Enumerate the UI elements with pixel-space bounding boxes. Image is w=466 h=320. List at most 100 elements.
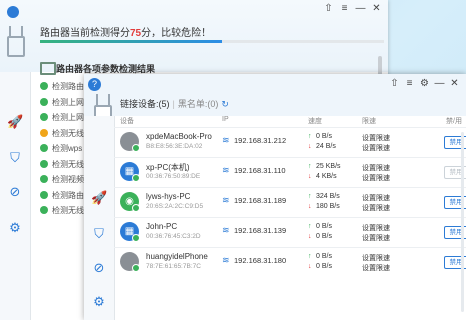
set-download-limit-link[interactable]: 设置限速 [362,263,390,273]
upload-speed: ↑ 0 B/s [308,133,332,140]
set-upload-limit-link[interactable]: 设置限速 [362,133,390,143]
gear-icon[interactable]: ⚙ [91,294,107,310]
device-mac: 78:7E:61:65:7B:7C [146,263,201,270]
device-ip: 192.168.31.212 [234,136,287,145]
set-download-limit-link[interactable]: 设置限速 [362,233,390,243]
block-icon[interactable]: ⊘ [7,184,23,200]
device-name: xpdeMacBook-Pro [146,132,212,141]
wifi-icon: ≋ [222,225,230,235]
download-arrow-icon: ↓ [308,173,312,180]
set-upload-limit-link[interactable]: 设置限速 [362,193,390,203]
upload-speed: ↑ 25 KB/s [308,163,341,170]
check-list-item: 检测路由 [40,190,84,201]
set-upload-limit-link[interactable]: 设置限速 [362,253,390,263]
apple-device-icon [120,252,140,272]
devices-window: ? ⇧ ≡ ⚙ — ✕ 链接设备:(5) | 黑名单:(0) ↻ 🚀 ⛉ ⊘ ⚙ 设备… [84,74,466,320]
minimize-button[interactable]: — [434,78,445,89]
device-ip: 192.168.31.189 [234,196,287,205]
front-sidebar: 🚀 ⛉ ⊘ ⚙ [84,116,115,320]
device-mac: B8:E8:56:3E:DA:02 [146,143,203,150]
device-row: ▦ John-PC 00:36:76:45:C3:2D ≋ 192.168.31.139… [114,217,466,245]
download-arrow-icon: ↓ [308,143,312,150]
app-logo-icon: ? [88,78,101,91]
check-item-label: 检测上网 [52,97,84,107]
check-list-item: 检测视频 [40,174,84,185]
set-upload-limit-link[interactable]: 设置限速 [362,163,390,173]
set-download-limit-link[interactable]: 设置限速 [362,203,390,213]
check-item-label: 检测无线 [52,206,84,215]
device-tabs: 链接设备:(5) | 黑名单:(0) ↻ [120,99,229,109]
check-icon [40,144,48,152]
router-small-icon [40,62,56,75]
device-mac: 20:6S:2A:2C:C9:D5 [146,203,204,210]
online-status-icon [132,174,140,182]
download-arrow-icon: ↓ [308,233,312,240]
gear-icon[interactable]: ⚙ [7,220,23,236]
shield-icon[interactable]: ⛉ [7,150,23,166]
check-list-item: 检测上网 [40,97,84,108]
upload-arrow-icon: ↑ [308,163,312,170]
tab-blacklist[interactable]: 黑名单:(0) [178,99,219,109]
score-text: 路由器当前检测得分75分，比较危险！ [40,28,212,39]
device-ip: 192.168.31.110 [234,166,286,175]
upload-speed: ↑ 324 B/s [308,193,340,200]
download-speed: ↓ 0 B/s [308,233,332,240]
download-arrow-icon: ↓ [308,263,312,270]
rocket-icon[interactable]: 🚀 [7,114,23,130]
windows-device-icon: ▦ [120,222,140,242]
skin-icon[interactable]: ⇧ [323,3,334,14]
refresh-icon[interactable]: ↻ [221,99,229,109]
wifi-icon: ≋ [222,195,230,205]
apple-device-icon [120,132,140,152]
menu-icon[interactable]: ≡ [404,78,415,89]
check-icon [40,175,48,183]
download-speed: ↓ 0 B/s [308,263,332,270]
check-icon [40,97,48,106]
set-upload-limit-link[interactable]: 设置限速 [362,223,390,233]
device-ip: 192.168.31.139 [234,226,287,235]
window-controls: ⇧ ≡ — ✕ [323,3,382,14]
score-value: 75 [130,28,142,39]
menu-icon[interactable]: ≡ [339,3,350,14]
app-logo-icon [7,6,19,18]
back-sidebar: 🚀 ⛉ ⊘ ⚙ [0,72,31,320]
col-ban: 禁/用 [446,118,462,125]
check-item-label: 检测上网 [52,113,84,122]
device-name: huangyidelPhone [146,252,208,261]
close-button[interactable]: ✕ [449,78,460,89]
download-speed: ↓ 180 B/s [308,203,340,210]
android-device-icon: ◉ [120,192,140,212]
close-button[interactable]: ✕ [371,3,382,14]
upload-speed: ↑ 0 B/s [308,253,332,260]
check-list-item: 检测无线 [40,159,84,170]
check-icon [40,82,48,90]
tab-connected-devices[interactable]: 链接设备:(5) [120,99,170,109]
set-download-limit-link[interactable]: 设置限速 [362,173,390,183]
score-progress-bar [40,40,384,43]
upload-arrow-icon: ↑ [308,193,312,200]
router-icon [7,26,25,57]
wifi-icon: ≋ [222,165,230,175]
check-icon [40,159,48,168]
device-mac: 00:36:76:50:89:DE [146,173,201,180]
settings-icon[interactable]: ⚙ [419,78,430,89]
online-status-icon [132,234,140,242]
check-item-label: 检测视频 [52,175,84,184]
scrollbar[interactable] [461,132,464,312]
skin-icon[interactable]: ⇧ [389,78,400,89]
device-row: huangyidelPhone 78:7E:61:65:7B:7C ≋ 192.168… [114,247,466,275]
device-name: lyws-hys-PC [146,192,191,201]
check-icon [40,113,48,121]
minimize-button[interactable]: — [355,3,366,14]
rocket-icon[interactable]: 🚀 [91,190,107,206]
device-mac: 00:36:76:45:C3:2D [146,233,201,240]
set-download-limit-link[interactable]: 设置限速 [362,143,390,153]
block-icon[interactable]: ⊘ [91,260,107,276]
online-status-icon [132,204,140,212]
check-icon [40,190,48,199]
download-speed: ↓ 24 B/s [308,143,336,150]
shield-icon[interactable]: ⛉ [91,226,107,242]
device-name: John-PC [146,222,178,231]
col-limit: 限速 [362,118,376,125]
wifi-icon: ≋ [222,135,230,145]
